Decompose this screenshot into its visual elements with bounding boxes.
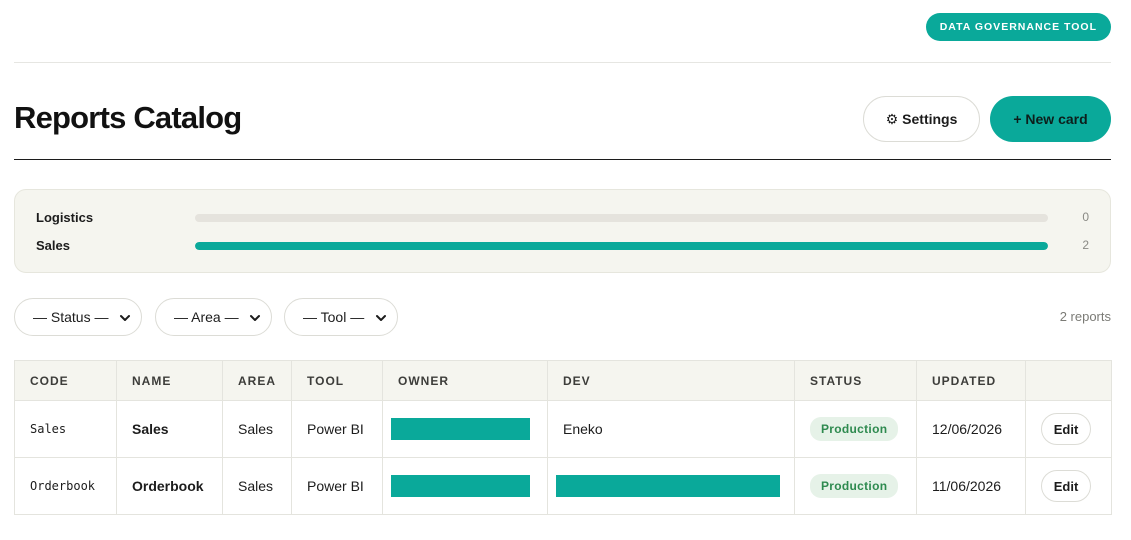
- column-header-updated[interactable]: UPDATED: [916, 360, 1026, 401]
- summary-bar-track: [195, 242, 1048, 250]
- cell-name: Sales: [116, 400, 223, 458]
- new-card-label: + New card: [1013, 111, 1088, 127]
- column-header-status[interactable]: STATUS: [794, 360, 917, 401]
- cell-area: Sales: [222, 457, 292, 515]
- settings-label: Settings: [902, 111, 958, 127]
- summary-count: 2: [1082, 238, 1089, 252]
- cell-area: Sales: [222, 400, 292, 458]
- chevron-down-icon: [120, 315, 130, 321]
- cell-dev: Eneko: [547, 400, 795, 458]
- settings-button[interactable]: ⚙ Settings: [863, 96, 980, 142]
- column-header-name[interactable]: NAME: [116, 360, 223, 401]
- cell-code: Sales: [14, 400, 117, 458]
- gear-icon: ⚙: [885, 110, 899, 127]
- app-tag: DATA GOVERNANCE TOOL: [925, 13, 1111, 41]
- tool-filter-value: — Tool —: [303, 309, 365, 325]
- new-card-button[interactable]: + New card: [990, 96, 1111, 142]
- cell-actions: Edit: [1025, 400, 1112, 458]
- redacted-owner-block: [391, 418, 530, 440]
- cell-dev: [547, 457, 795, 515]
- reports-table: CODE NAME AREA TOOL OWNER DEV STATUS UPD…: [14, 360, 1112, 515]
- status-filter-select[interactable]: — Status —: [14, 298, 142, 336]
- tool-filter-select[interactable]: — Tool —: [284, 298, 398, 336]
- cell-status: Production: [794, 457, 917, 515]
- edit-button[interactable]: Edit: [1041, 413, 1091, 445]
- column-header-actions: [1025, 360, 1112, 401]
- cell-owner: [382, 400, 548, 458]
- cell-tool: Power BI: [291, 457, 383, 515]
- table-row[interactable]: Sales Sales Sales Power BI Eneko Product…: [14, 400, 1112, 458]
- table-header-row: CODE NAME AREA TOOL OWNER DEV STATUS UPD…: [14, 360, 1112, 401]
- summary-bar-fill: [195, 242, 1048, 250]
- status-badge: Production: [810, 474, 899, 498]
- summary-count: 0: [1082, 210, 1089, 224]
- cell-tool: Power BI: [291, 400, 383, 458]
- area-filter-select[interactable]: — Area —: [155, 298, 272, 336]
- area-summary-panel: Logistics 0 Sales 2: [14, 189, 1111, 273]
- status-badge: Production: [810, 417, 899, 441]
- summary-label: Logistics: [36, 210, 94, 225]
- column-header-owner[interactable]: OWNER: [382, 360, 548, 401]
- report-count: 2 reports: [1059, 309, 1111, 324]
- redacted-owner-block: [391, 475, 530, 497]
- top-bar: DATA GOVERNANCE TOOL: [14, 0, 1111, 63]
- chevron-down-icon: [250, 315, 260, 321]
- column-header-area[interactable]: AREA: [222, 360, 292, 401]
- cell-code: Orderbook: [14, 457, 117, 515]
- summary-bar-track: [195, 214, 1048, 222]
- status-filter-value: — Status —: [33, 309, 109, 325]
- edit-button[interactable]: Edit: [1041, 470, 1091, 502]
- cell-updated: 12/06/2026: [916, 400, 1026, 458]
- summary-row: Sales 2: [15, 236, 1110, 256]
- summary-label: Sales: [36, 238, 70, 253]
- cell-owner: [382, 457, 548, 515]
- cell-actions: Edit: [1025, 457, 1112, 515]
- area-filter-value: — Area —: [174, 309, 239, 325]
- column-header-dev[interactable]: DEV: [547, 360, 795, 401]
- page-title: Reports Catalog: [14, 100, 242, 135]
- column-header-tool[interactable]: TOOL: [291, 360, 383, 401]
- cell-updated: 11/06/2026: [916, 457, 1026, 515]
- redacted-dev-block: [556, 475, 780, 497]
- cell-status: Production: [794, 400, 917, 458]
- summary-row: Logistics 0: [15, 208, 1110, 228]
- page-header: Reports Catalog ⚙ Settings + New card: [14, 96, 1111, 160]
- chevron-down-icon: [376, 315, 386, 321]
- column-header-code[interactable]: CODE: [14, 360, 117, 401]
- table-row[interactable]: Orderbook Orderbook Sales Power BI Produ…: [14, 457, 1112, 515]
- cell-name: Orderbook: [116, 457, 223, 515]
